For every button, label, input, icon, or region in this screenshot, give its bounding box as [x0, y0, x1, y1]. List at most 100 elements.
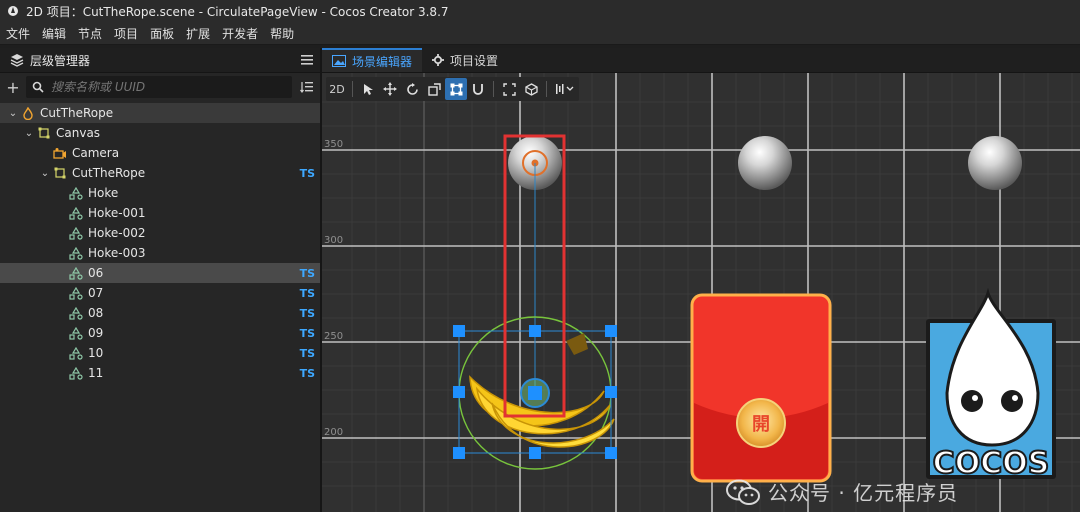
node-icon [68, 266, 84, 280]
tree-node-scene-root[interactable]: ⌄ CutTheRope [0, 103, 320, 123]
tree-node-camera[interactable]: Camera [0, 143, 320, 163]
node-icon [68, 226, 84, 240]
scene-editor-panel: 场景编辑器 项目设置 350 300 250 200 開 COCOS 2D 公众… [322, 48, 1080, 512]
tree-node-label: Hoke-002 [88, 226, 146, 240]
cocos-app-icon [6, 4, 20, 18]
tree-node-hoke-001[interactable]: Hoke-001 [0, 203, 320, 223]
tab-scene-editor[interactable]: 场景编辑器 [322, 48, 423, 72]
expand-chevron-icon[interactable]: ⌄ [38, 168, 52, 179]
menu-panel[interactable]: 面板 [144, 25, 180, 42]
sort-list-icon[interactable] [298, 78, 316, 96]
typescript-badge: TS [299, 266, 315, 280]
magnet-snap-icon[interactable] [467, 78, 489, 100]
scene-tab-bar: 场景编辑器 项目设置 [322, 48, 1080, 73]
node-icon [68, 206, 84, 220]
typescript-badge: TS [299, 366, 315, 380]
node-icon [68, 246, 84, 260]
tree-node-hoke-003[interactable]: Hoke-003 [0, 243, 320, 263]
gear-icon [432, 54, 445, 66]
tree-node-10[interactable]: 10 TS [0, 343, 320, 363]
menu-file[interactable]: 文件 [0, 25, 36, 42]
tree-node-hoke-002[interactable]: Hoke-002 [0, 223, 320, 243]
tab-label: 场景编辑器 [352, 54, 413, 69]
canvas-node-icon [52, 166, 68, 180]
camera-icon [52, 146, 68, 160]
menu-edit[interactable]: 编辑 [36, 25, 72, 42]
tab-label: 项目设置 [450, 53, 499, 68]
tree-node-09[interactable]: 09 TS [0, 323, 320, 343]
search-box [26, 76, 292, 98]
node-icon [68, 326, 84, 340]
scene-fire-icon [20, 106, 36, 120]
tree-node-label: 07 [88, 286, 104, 300]
red-envelope-sprite[interactable]: 開 [690, 293, 832, 483]
typescript-badge: TS [299, 346, 315, 360]
tree-node-label: 09 [88, 326, 104, 340]
scale-tool-icon[interactable] [423, 78, 445, 100]
add-node-icon[interactable]: + [4, 78, 22, 97]
title-bar: 2D 项目：CutTheRope.scene - CirculatePageVi… [0, 0, 1080, 22]
tree-node-08[interactable]: 08 TS [0, 303, 320, 323]
typescript-badge: TS [299, 306, 315, 320]
hierarchy-title: 层级管理器 [30, 53, 91, 68]
tree-node-label: Canvas [56, 126, 101, 140]
move-tool-icon[interactable] [379, 78, 401, 100]
menu-help[interactable]: 帮助 [264, 25, 300, 42]
node-icon [68, 366, 84, 380]
hoke-ball-2[interactable] [738, 136, 792, 190]
tree-node-label: Hoke-001 [88, 206, 146, 220]
menu-extension[interactable]: 扩展 [180, 25, 216, 42]
hierarchy-header: 层级管理器 [0, 48, 320, 73]
tree-node-07[interactable]: 07 TS [0, 283, 320, 303]
watermark-text: 公众号 · 亿元程序员 [768, 481, 959, 505]
tree-node-label: CutTheRope [72, 166, 146, 180]
menu-project[interactable]: 项目 [108, 25, 144, 42]
node-icon [68, 186, 84, 200]
tree-node-hoke[interactable]: Hoke [0, 183, 320, 203]
node-icon [68, 306, 84, 320]
wechat-watermark: 公众号 · 亿元程序员 [726, 477, 958, 506]
scene-objects: 開 COCOS [453, 134, 1056, 483]
scene-canvas[interactable]: 350 300 250 200 開 COCOS 2D 公众号 · 亿元程序员 [322, 73, 1080, 512]
select-cursor-icon[interactable] [357, 78, 379, 100]
mode-2d-button[interactable]: 2D [326, 78, 348, 100]
rect-tool-icon[interactable] [445, 78, 467, 100]
rotate-tool-icon[interactable] [401, 78, 423, 100]
search-icon [27, 81, 49, 93]
tree-node-11[interactable]: 11 TS [0, 363, 320, 383]
local-global-toggle-icon[interactable] [520, 78, 542, 100]
panel-menu-icon[interactable] [300, 54, 314, 66]
pivot-toggle-icon[interactable] [498, 78, 520, 100]
menu-developer[interactable]: 开发者 [216, 25, 264, 42]
typescript-badge: TS [299, 166, 315, 180]
tree-node-label: Camera [72, 146, 120, 160]
menu-bar: 文件 编辑 节点 项目 面板 扩展 开发者 帮助 [0, 22, 1080, 45]
typescript-badge: TS [299, 286, 315, 300]
hoke-ball-3[interactable] [968, 136, 1022, 190]
tree-node-label: Hoke-003 [88, 246, 146, 260]
tab-project-settings[interactable]: 项目设置 [422, 48, 508, 72]
search-input[interactable] [49, 79, 283, 95]
window-title: 2D 项目：CutTheRope.scene - CirculatePageVi… [26, 4, 449, 19]
tree-node-label: 10 [88, 346, 104, 360]
tree-node-label: 11 [88, 366, 104, 380]
cocos-logo-sprite[interactable]: COCOS [926, 287, 1056, 482]
hierarchy-panel: 层级管理器 + ⌄ CutTheRope ⌄ [0, 48, 322, 512]
tree-node-06[interactable]: 06 TS [0, 263, 320, 283]
expand-chevron-icon[interactable]: ⌄ [22, 128, 36, 139]
search-row: + [0, 73, 320, 101]
layers-icon [10, 53, 24, 67]
wechat-icon [726, 479, 760, 505]
align-dropdown-icon[interactable] [551, 78, 579, 100]
scene-toolbar: 2D [326, 77, 579, 101]
tree-node-label: 08 [88, 306, 104, 320]
node-icon [68, 286, 84, 300]
tree-node-canvas[interactable]: ⌄ Canvas [0, 123, 320, 143]
expand-chevron-icon[interactable]: ⌄ [6, 108, 20, 119]
node-icon [68, 346, 84, 360]
tree-node-cuttherope[interactable]: ⌄ CutTheRope TS [0, 163, 320, 183]
scene-image-icon [332, 55, 346, 67]
cocos-logo-text: COCOS [933, 446, 1050, 481]
tree-node-label: CutTheRope [40, 106, 114, 120]
menu-node[interactable]: 节点 [72, 25, 108, 42]
